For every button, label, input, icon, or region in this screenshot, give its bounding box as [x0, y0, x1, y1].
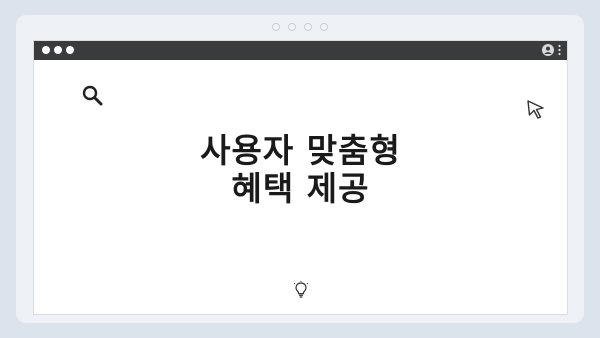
title-line-1: 사용자 맞춤형 [200, 131, 401, 170]
frame-dots [16, 23, 584, 31]
frame-dot [272, 23, 280, 31]
lightbulb-icon [294, 281, 308, 298]
close-dot[interactable] [42, 46, 50, 54]
minimize-dot[interactable] [54, 46, 62, 54]
maximize-dot[interactable] [66, 46, 74, 54]
cursor-icon [527, 100, 544, 119]
browser-window: 사용자 맞춤형 혜택 제공 [33, 40, 568, 315]
title-line-2: 혜택 제공 [231, 169, 370, 208]
title-bar-actions [542, 44, 561, 56]
title-bar [34, 41, 567, 60]
search-icon[interactable] [81, 84, 105, 108]
page-content: 사용자 맞춤형 혜택 제공 [34, 60, 567, 316]
frame-dot [304, 23, 312, 31]
frame-dot [320, 23, 328, 31]
frame-dot [288, 23, 296, 31]
page-title: 사용자 맞춤형 혜택 제공 [34, 132, 567, 208]
profile-icon[interactable] [542, 44, 554, 56]
menu-icon[interactable] [558, 44, 561, 56]
window-controls [42, 46, 74, 54]
